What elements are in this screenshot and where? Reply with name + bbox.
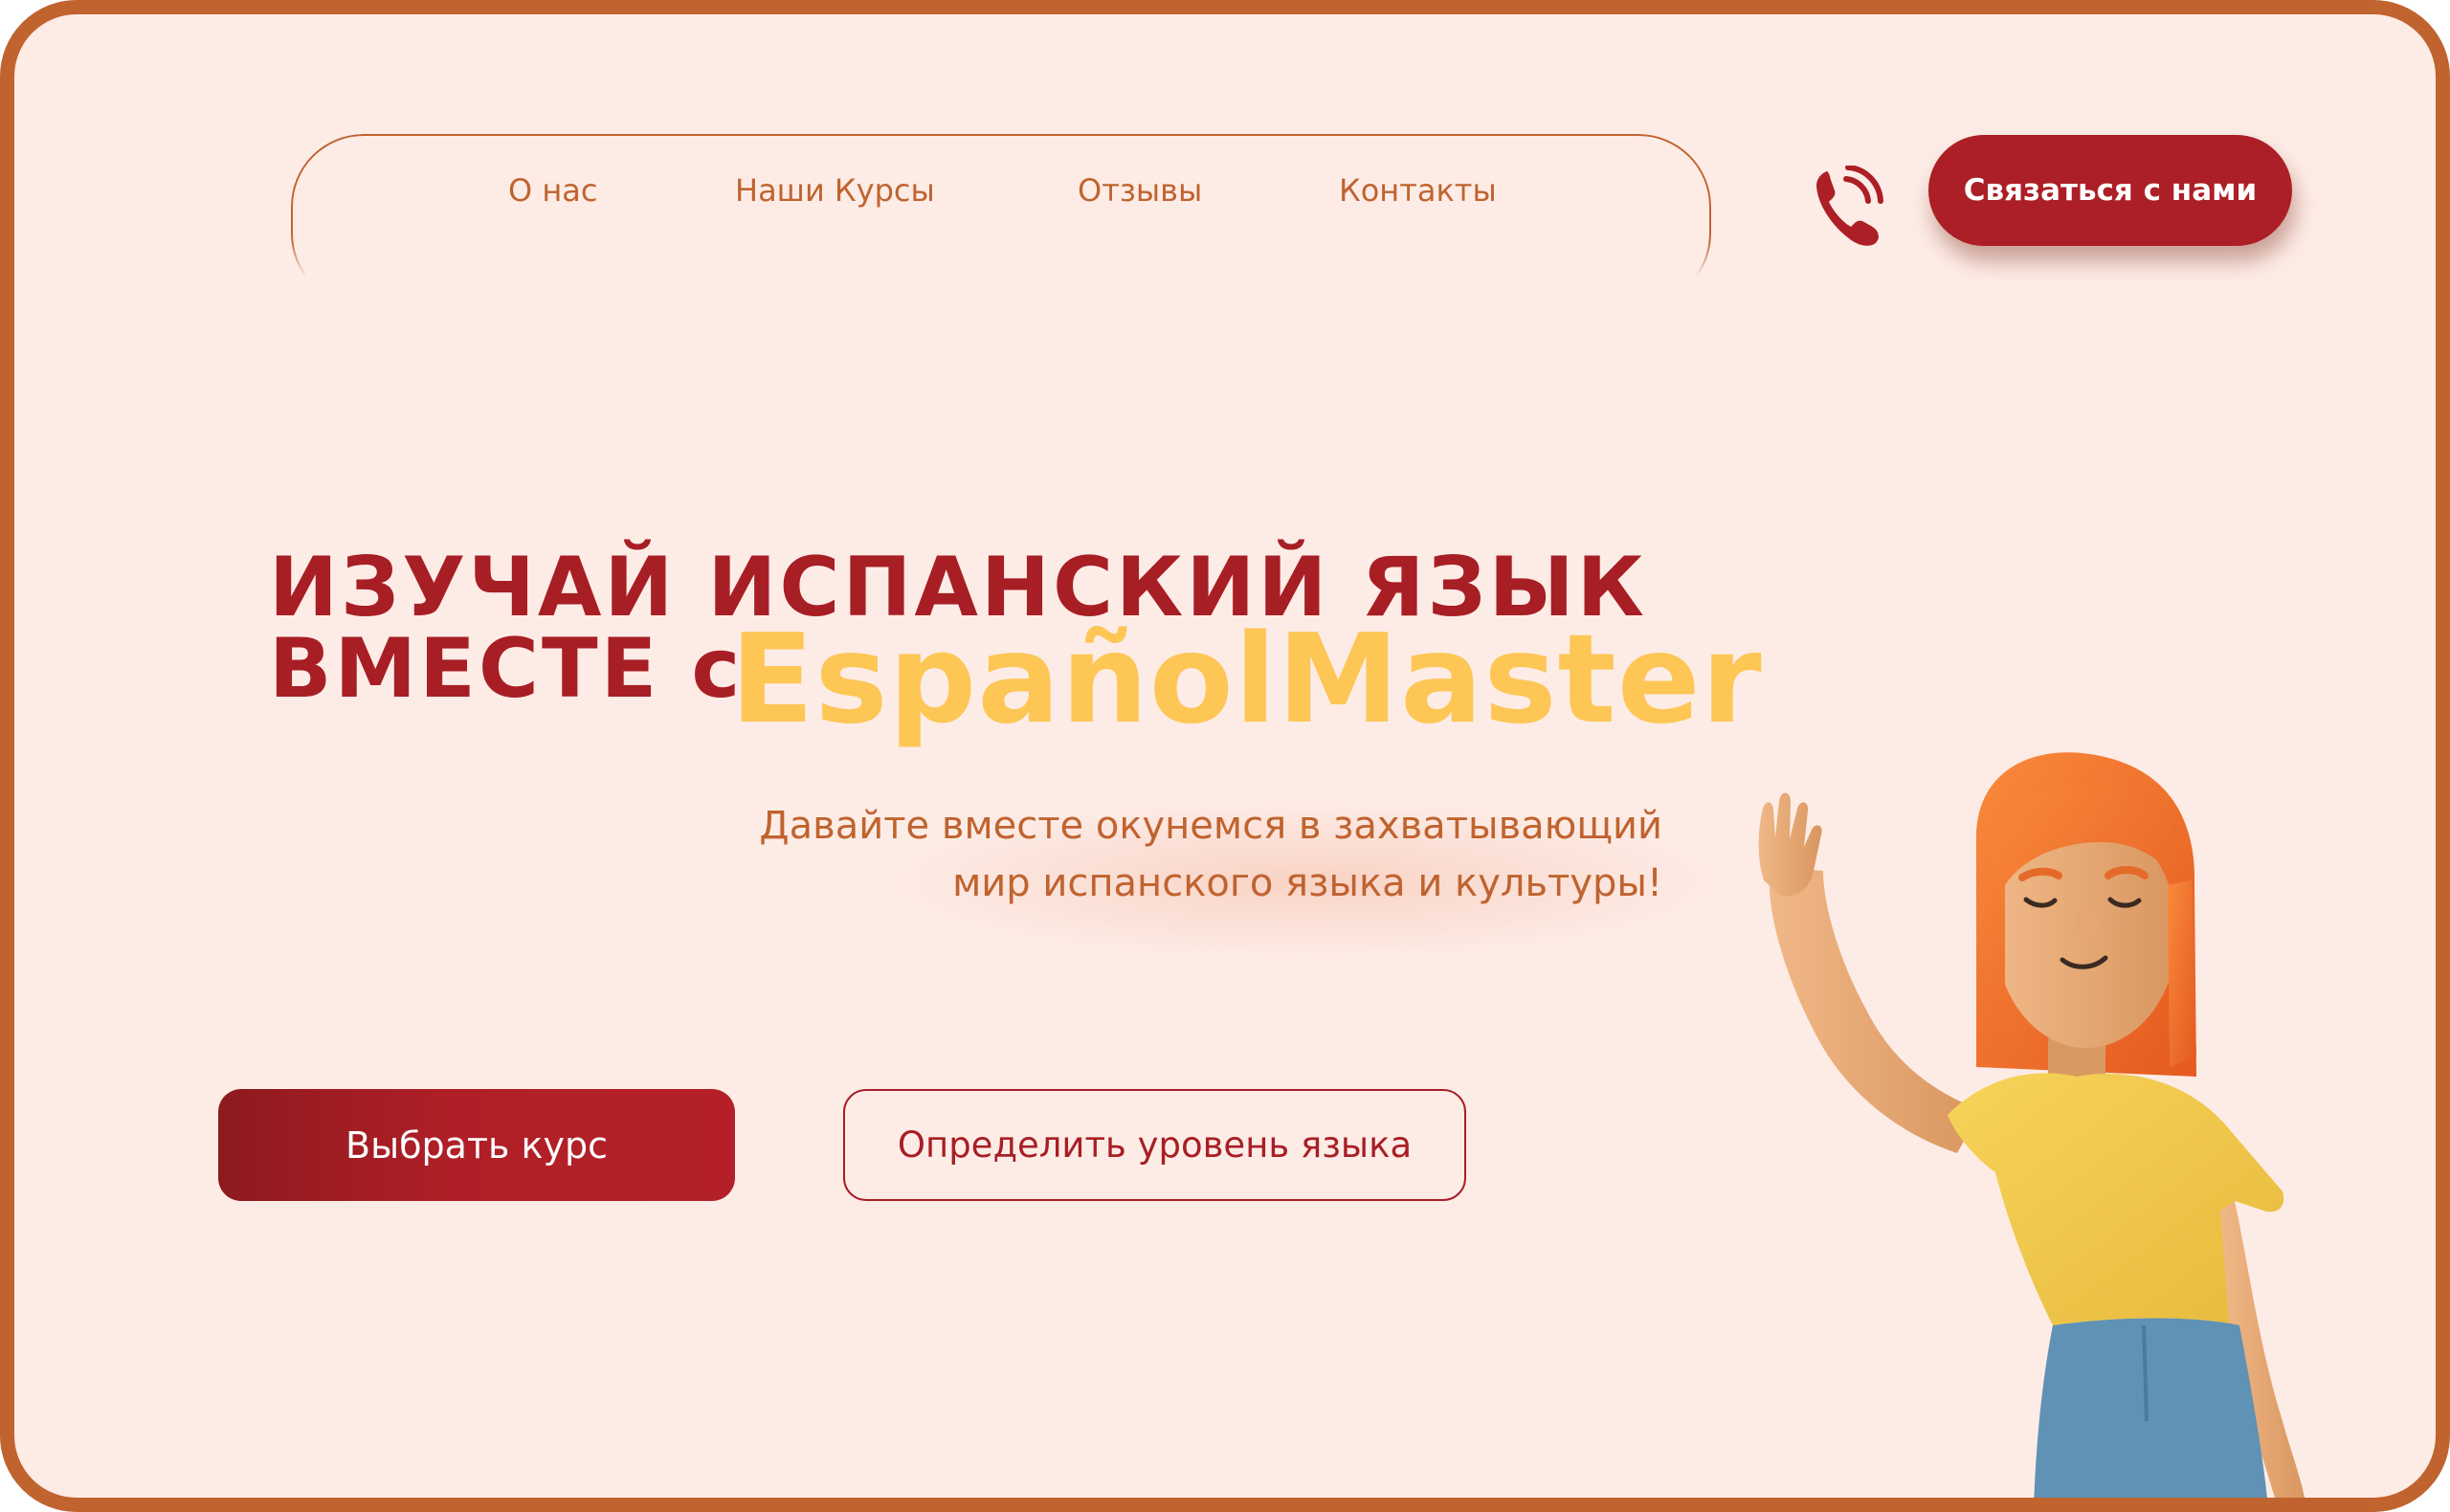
nav-item-contacts[interactable]: Контакты <box>1339 172 1497 209</box>
nav-item-reviews[interactable]: Отзывы <box>1078 172 1202 209</box>
nav-item-courses[interactable]: Наши Курсы <box>735 172 935 209</box>
hero-subtitle: Давайте вместе окунемся в захватывающий … <box>759 797 1662 912</box>
phone-icon[interactable] <box>1814 165 1892 252</box>
nav-item-about[interactable]: О нас <box>508 172 597 209</box>
brand-name: EspañolMaster <box>730 609 1763 751</box>
subtitle-line-2: мир испанского языка и культуры! <box>952 861 1662 905</box>
waving-girl-illustration <box>1758 752 2305 1498</box>
language-level-test-button[interactable]: Определить уровень языка <box>843 1089 1466 1201</box>
nav-pill <box>291 134 1711 306</box>
contact-us-button[interactable]: Связаться с нами <box>1928 135 2292 246</box>
headline-line-2: ВМЕСТЕ с <box>269 621 744 717</box>
subtitle-line-1: Давайте вместе окунемся в захватывающий <box>759 804 1662 848</box>
choose-course-button[interactable]: Выбрать курс <box>218 1089 735 1201</box>
page-frame: О нас Наши Курсы Отзывы Контакты Связать… <box>0 0 2450 1512</box>
